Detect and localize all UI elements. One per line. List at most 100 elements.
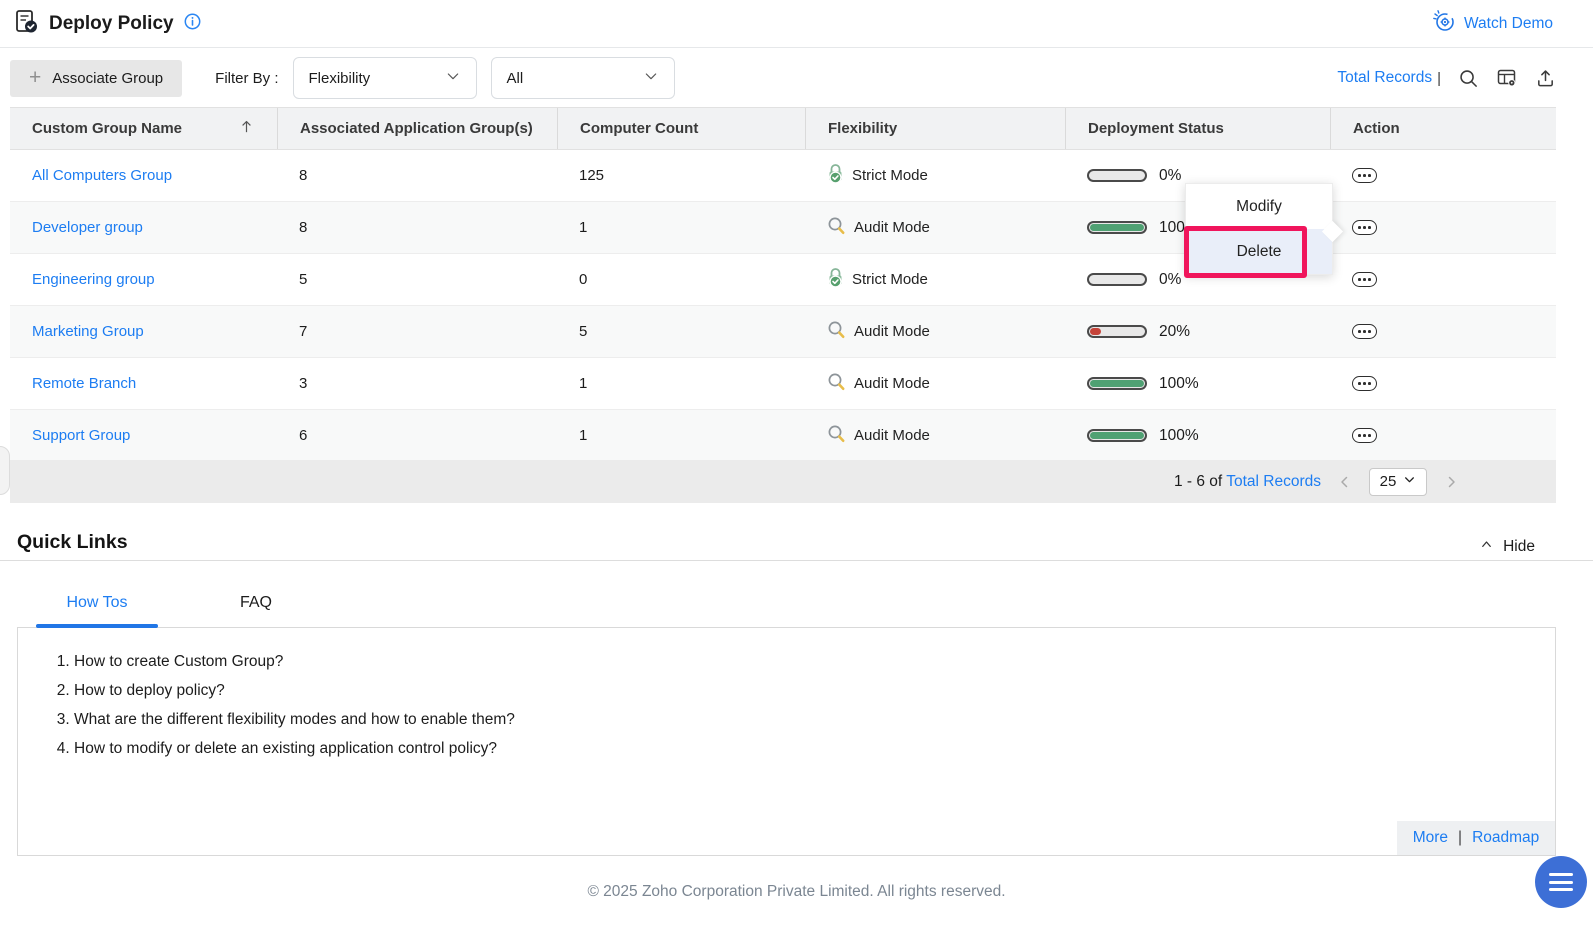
custom-group-link[interactable]: Support Group xyxy=(32,427,130,444)
row-actions-ellipsis-button[interactable] xyxy=(1352,168,1377,183)
roadmap-link[interactable]: Roadmap xyxy=(1472,829,1539,847)
chevron-down-icon xyxy=(1403,473,1416,490)
how-tos-item[interactable]: What are the different flexibility modes… xyxy=(74,711,1555,729)
custom-group-link[interactable]: Engineering group xyxy=(32,271,155,288)
row-actions-ellipsis-button[interactable] xyxy=(1352,428,1377,443)
scope-filter-select[interactable]: All xyxy=(491,57,675,99)
associated-app-groups-value: 8 xyxy=(299,219,307,236)
previous-page-icon[interactable] xyxy=(1336,473,1354,491)
sort-ascending-icon[interactable] xyxy=(238,118,255,139)
how-tos-item[interactable]: How to modify or delete an existing appl… xyxy=(74,740,1555,758)
more-link[interactable]: More xyxy=(1413,829,1448,847)
total-records-link[interactable]: Total Records xyxy=(1337,69,1432,87)
row-actions-ellipsis-button[interactable] xyxy=(1352,272,1377,287)
how-tos-item[interactable]: How to deploy policy? xyxy=(74,682,1555,700)
how-tos-item[interactable]: How to create Custom Group? xyxy=(74,653,1555,671)
associated-app-groups-value: 3 xyxy=(299,375,307,392)
deployment-progress-bar xyxy=(1087,429,1147,442)
lock-check-icon xyxy=(827,164,844,188)
watch-demo-icon xyxy=(1432,9,1456,38)
column-header-associated-application-groups[interactable]: Associated Application Group(s) xyxy=(277,108,557,149)
deployment-percent-label: 100% xyxy=(1159,375,1199,393)
tab-how-tos[interactable]: How Tos xyxy=(36,594,158,612)
column-header-custom-group-name[interactable]: Custom Group Name xyxy=(10,108,277,149)
deployment-progress-bar xyxy=(1087,273,1147,286)
hamburger-icon xyxy=(1549,873,1573,891)
computer-count-value: 5 xyxy=(579,323,587,340)
toolbar-right: Total Records | xyxy=(1337,67,1556,89)
lock-check-icon xyxy=(827,268,844,292)
table-row: Remote Branch 3 1 Audit Mode 100% xyxy=(10,358,1556,410)
associated-app-groups-value: 8 xyxy=(299,167,307,184)
chevron-down-icon xyxy=(445,68,461,88)
table-header: Custom Group Name Associated Application… xyxy=(10,107,1556,150)
flexibility-mode-label: Strict Mode xyxy=(852,271,928,288)
flexibility-filter-select[interactable]: Flexibility xyxy=(293,57,477,99)
deployment-progress-bar xyxy=(1087,169,1147,182)
deployment-percent-label: 20% xyxy=(1159,323,1190,341)
flexibility-mode-label: Strict Mode xyxy=(852,167,928,184)
row-actions-ellipsis-button[interactable] xyxy=(1352,220,1377,235)
left-edge-handle[interactable] xyxy=(0,446,10,495)
copyright-text: © 2025 Zoho Corporation Private Limited.… xyxy=(0,883,1593,901)
deploy-policy-page: Deploy Policy Watch Demo + Associate Gro… xyxy=(0,0,1593,929)
flexibility-mode-label: Audit Mode xyxy=(854,427,930,444)
flexibility-mode-label: Audit Mode xyxy=(854,375,930,392)
column-header-flexibility[interactable]: Flexibility xyxy=(805,108,1065,149)
chevron-down-icon xyxy=(643,68,659,88)
divider: | xyxy=(1458,829,1462,847)
how-tos-panel: How to create Custom Group? How to deplo… xyxy=(17,627,1556,856)
custom-group-link[interactable]: All Computers Group xyxy=(32,167,172,184)
row-actions-ellipsis-button[interactable] xyxy=(1352,376,1377,391)
custom-group-link[interactable]: Remote Branch xyxy=(32,375,136,392)
deployment-percent-label: 0% xyxy=(1159,167,1181,185)
computer-count-value: 0 xyxy=(579,271,587,288)
toolbar: + Associate Group Filter By : Flexibilit… xyxy=(0,49,1593,107)
filter-by-label: Filter By : xyxy=(215,70,278,87)
custom-group-link[interactable]: Marketing Group xyxy=(32,323,144,340)
more-roadmap-strip: More | Roadmap xyxy=(1397,821,1555,855)
hide-quick-links-button[interactable]: Hide xyxy=(1473,536,1541,558)
table-row: Support Group 6 1 Audit Mode 100% xyxy=(10,410,1556,462)
tab-faq[interactable]: FAQ xyxy=(211,594,301,612)
associated-app-groups-value: 7 xyxy=(299,323,307,340)
search-icon[interactable] xyxy=(1458,68,1479,89)
magnifier-icon xyxy=(827,424,846,447)
section-divider xyxy=(0,560,1593,561)
custom-groups-table: Custom Group Name Associated Application… xyxy=(10,107,1556,462)
pagination-total-records-link[interactable]: Total Records xyxy=(1226,473,1321,490)
column-header-computer-count[interactable]: Computer Count xyxy=(557,108,805,149)
info-icon[interactable] xyxy=(184,13,201,35)
magnifier-icon xyxy=(827,216,846,239)
row-actions-ellipsis-button[interactable] xyxy=(1352,324,1377,339)
watch-demo-link[interactable]: Watch Demo xyxy=(1432,9,1553,38)
column-settings-icon[interactable] xyxy=(1496,67,1518,89)
context-menu-item-delete[interactable]: Delete xyxy=(1186,229,1332,274)
associated-app-groups-value: 5 xyxy=(299,271,307,288)
separator: | xyxy=(1437,70,1441,87)
computer-count-value: 1 xyxy=(579,427,587,444)
how-tos-list: How to create Custom Group? How to deplo… xyxy=(18,628,1555,758)
column-header-action[interactable]: Action xyxy=(1330,108,1556,149)
computer-count-value: 1 xyxy=(579,375,587,392)
flexibility-mode-label: Audit Mode xyxy=(854,323,930,340)
quick-links-title: Quick Links xyxy=(17,531,128,554)
deployment-progress-bar xyxy=(1087,325,1147,338)
floating-menu-button[interactable] xyxy=(1535,856,1587,908)
custom-group-link[interactable]: Developer group xyxy=(32,219,143,236)
deployment-percent-label: 100% xyxy=(1159,427,1199,445)
deployment-progress-bar xyxy=(1087,377,1147,390)
associate-group-button[interactable]: + Associate Group xyxy=(10,60,182,97)
flexibility-mode-label: Audit Mode xyxy=(854,219,930,236)
context-menu-item-modify[interactable]: Modify xyxy=(1186,184,1332,229)
export-icon[interactable] xyxy=(1535,68,1556,89)
computer-count-value: 125 xyxy=(579,167,604,184)
deploy-policy-icon xyxy=(14,9,39,39)
page-title: Deploy Policy xyxy=(49,13,174,35)
column-header-deployment-status[interactable]: Deployment Status xyxy=(1065,108,1330,149)
table-row: Marketing Group 7 5 Audit Mode 20% xyxy=(10,306,1556,358)
chevron-up-icon xyxy=(1479,537,1494,557)
deployment-progress-bar xyxy=(1087,221,1147,234)
page-size-select[interactable]: 25 xyxy=(1369,468,1427,496)
next-page-icon[interactable] xyxy=(1442,473,1460,491)
